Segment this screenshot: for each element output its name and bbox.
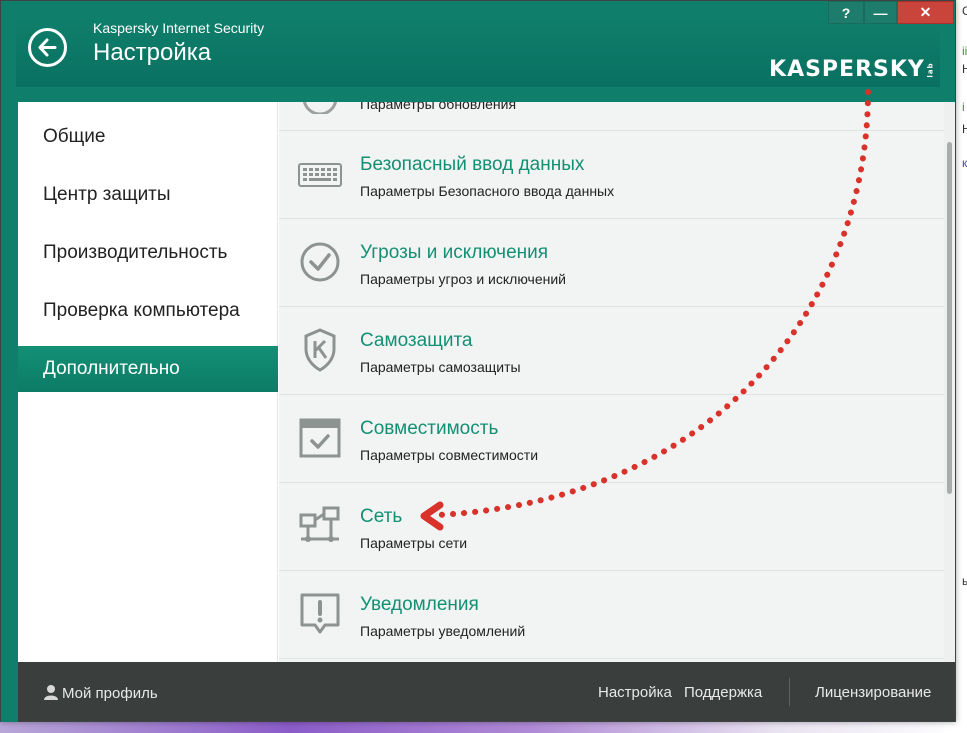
list-item-subtitle: Параметры Безопасного ввода данных — [360, 183, 615, 199]
network-icon — [299, 506, 340, 542]
window-controls: ? — ✕ — [828, 1, 954, 24]
help-button[interactable]: ? — [828, 1, 864, 24]
compatibility-window-icon — [299, 418, 341, 458]
arrow-left-icon — [38, 38, 57, 57]
list-item-subtitle: Параметры обновления — [360, 102, 517, 112]
close-button[interactable]: ✕ — [897, 1, 954, 24]
user-icon — [44, 685, 58, 700]
kaspersky-logo: KASPERSKY lab — [769, 57, 935, 82]
sidebar-item-performance[interactable]: Производительность — [18, 230, 278, 276]
list-item-update[interactable]: Параметры обновления — [279, 102, 944, 131]
sidebar-item-protection-center[interactable]: Центр защиты — [18, 172, 278, 218]
list-item-title: Уведомления — [360, 594, 479, 615]
notification-icon — [300, 593, 340, 634]
support-link[interactable]: Поддержка — [684, 684, 762, 701]
settings-window: Kaspersky Internet Security Настройка ? … — [0, 0, 956, 722]
list-item-subtitle: Параметры совместимости — [360, 447, 539, 463]
list-item-title: Совместимость — [360, 418, 499, 439]
footer-bar: Мой профиль Настройка Поддержка Лицензир… — [18, 662, 955, 721]
update-icon — [303, 102, 337, 114]
list-item-secure-input[interactable]: Безопасный ввод данных Параметры Безопас… — [279, 131, 944, 219]
list-item-threats-exclusions[interactable]: Угрозы и исключения Параметры угроз и ис… — [279, 219, 944, 307]
keyboard-icon — [298, 163, 342, 187]
list-item-subtitle: Параметры сети — [360, 535, 468, 551]
licensing-link[interactable]: Лицензирование — [815, 684, 931, 701]
footer-divider — [789, 678, 790, 706]
settings-link[interactable]: Настройка — [598, 684, 672, 701]
list-item-subtitle: Параметры угроз и исключений — [360, 271, 566, 287]
list-item-network[interactable]: Сеть Параметры сети — [279, 483, 944, 571]
list-item-subtitle: Параметры уведомлений — [360, 623, 526, 639]
back-button[interactable] — [28, 28, 67, 67]
sidebar-item-scan[interactable]: Проверка компьютера — [18, 288, 278, 334]
sidebar-item-advanced[interactable]: Дополнительно — [18, 346, 278, 392]
scrollbar[interactable] — [944, 102, 955, 662]
minimize-button[interactable]: — — [864, 1, 897, 24]
checkmark-circle-icon — [300, 242, 340, 282]
page-title: Настройка — [93, 39, 212, 66]
shield-icon — [304, 328, 336, 372]
list-item-notifications[interactable]: Уведомления Параметры уведомлений — [279, 571, 944, 659]
window-frame-left — [1, 102, 18, 722]
list-item-compatibility[interactable]: Совместимость Параметры совместимости — [279, 395, 944, 483]
list-item-title: Сеть — [360, 506, 403, 527]
app-name: Kaspersky Internet Security — [93, 20, 265, 36]
list-item-title: Угрозы и исключения — [360, 242, 549, 263]
settings-list: Параметры обновления Безопасный ввод дан… — [279, 102, 944, 662]
list-item-title: Самозащита — [360, 330, 473, 351]
list-item-title: Безопасный ввод данных — [360, 154, 585, 175]
sidebar: Общие Центр защиты Производительность Пр… — [18, 102, 278, 662]
list-item-self-defense[interactable]: Самозащита Параметры самозащиты — [279, 307, 944, 395]
sidebar-item-general[interactable]: Общие — [18, 114, 278, 160]
scrollbar-thumb[interactable] — [947, 142, 952, 494]
list-item-subtitle: Параметры самозащиты — [360, 359, 521, 375]
my-profile-link[interactable]: Мой профиль — [43, 684, 158, 702]
